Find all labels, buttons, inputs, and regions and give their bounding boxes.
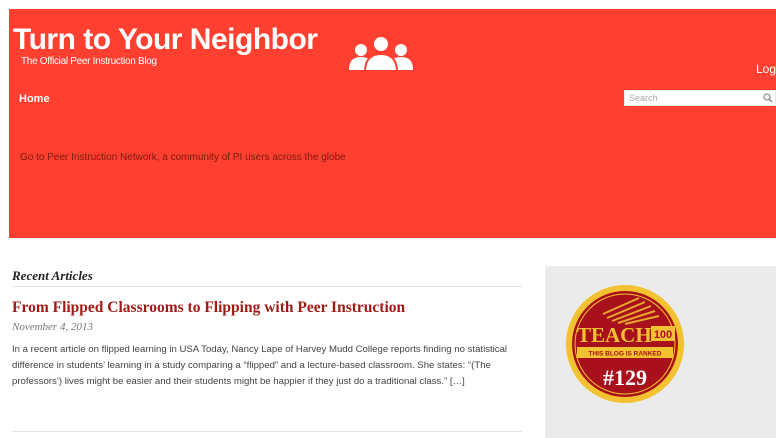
search-icon[interactable] [763, 93, 773, 103]
recent-articles-heading: Recent Articles [12, 268, 522, 287]
badge-ribbon-text: THIS BLOG IS RANKED [589, 351, 662, 358]
main-content: Recent Articles From Flipped Classrooms … [12, 268, 522, 390]
article-divider [12, 431, 522, 432]
site-title[interactable]: Turn to Your Neighbor [13, 23, 318, 57]
badge-tag-text: 100 [654, 329, 672, 341]
article-excerpt-text: In a recent article on flipped learning … [12, 344, 508, 387]
article-item: From Flipped Classrooms to Flipping with… [12, 299, 522, 390]
people-group-icon [349, 35, 413, 71]
teach100-badge[interactable]: TEACH 100 THIS BLOG IS RANKED #129 [565, 284, 685, 404]
article-excerpt: In a recent article on flipped learning … [12, 342, 512, 390]
nav-home-link[interactable]: Home [19, 93, 50, 105]
login-link[interactable]: Log [756, 62, 776, 76]
sidebar: TEACH 100 THIS BLOG IS RANKED #129 [545, 266, 776, 438]
badge-rank: #129 [603, 365, 647, 390]
teach100-badge-graphic: TEACH 100 THIS BLOG IS RANKED #129 [566, 285, 684, 403]
read-more-link[interactable]: […] [450, 376, 465, 387]
search-input[interactable] [625, 91, 765, 105]
site-header: Turn to Your Neighbor The Official Peer … [9, 9, 776, 238]
article-title-link[interactable]: From Flipped Classrooms to Flipping with… [12, 299, 522, 317]
site-tagline: The Official Peer Instruction Blog [21, 56, 157, 67]
article-date: November 4, 2013 [12, 321, 93, 333]
badge-teach-text: TEACH [577, 323, 652, 347]
peer-instruction-network-link[interactable]: Go to Peer Instruction Network, a commun… [20, 152, 346, 163]
search-box [624, 90, 776, 106]
